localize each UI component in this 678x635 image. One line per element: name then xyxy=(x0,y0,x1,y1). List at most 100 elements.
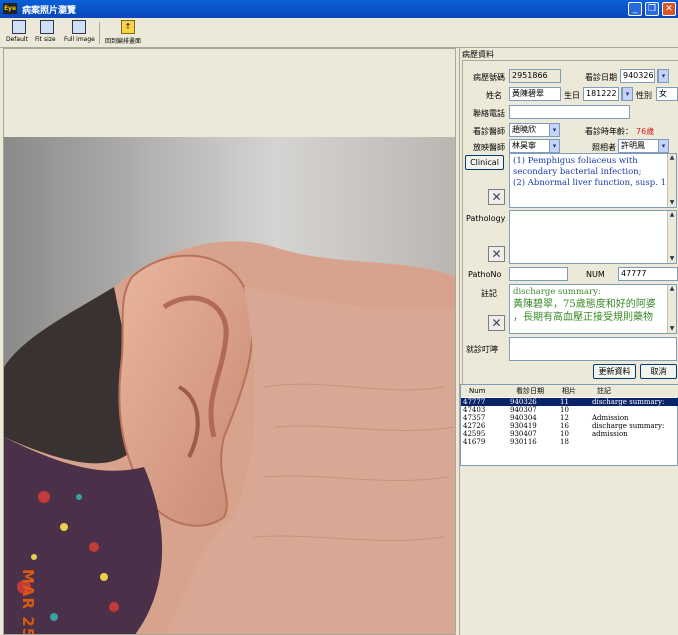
photographer-select[interactable]: 許明鳳 ▾ xyxy=(618,139,669,153)
chart-no-label: 病歷號碼 xyxy=(473,73,505,82)
photo-date-stamp: MAR 25 xyxy=(19,569,37,635)
cell-photos: 12 xyxy=(560,414,569,422)
visit-date-label: 看診日期 xyxy=(585,73,617,82)
photo-viewer[interactable]: MAR 25 xyxy=(3,48,456,635)
scroll-down-icon[interactable]: ▼ xyxy=(668,199,676,207)
table-row[interactable]: 47777 940326 11 discharge summary: xyxy=(461,398,678,406)
header-num[interactable]: Num xyxy=(469,385,486,397)
note-text-1: discharge summary: xyxy=(513,287,601,297)
cell-visit-date: 930419 xyxy=(510,422,537,430)
radiologist-select[interactable]: 林昊寧 ▾ xyxy=(509,139,560,153)
table-row[interactable]: 47357 940304 12 Admission xyxy=(461,414,678,422)
close-icon[interactable]: ✕ xyxy=(662,2,676,16)
fit-size-icon xyxy=(40,20,54,34)
name-field[interactable]: 黃陳碧翠 xyxy=(509,87,561,101)
radiologist-value: 林昊寧 xyxy=(512,141,536,150)
note-clear-icon[interactable]: ✕ xyxy=(488,315,505,331)
window-title: 病案照片瀏覽 xyxy=(22,6,77,16)
table-header: Num 看診日期 相片 註記 xyxy=(461,385,678,397)
header-note[interactable]: 註記 xyxy=(597,385,611,397)
pathology-scrollbar[interactable]: ▲ ▼ xyxy=(667,211,676,263)
cell-num: 42595 xyxy=(463,430,486,438)
patient-photo xyxy=(4,137,455,634)
default-view-icon xyxy=(12,20,26,34)
note-scrollbar[interactable]: ▲ ▼ xyxy=(667,285,676,333)
scroll-down-icon[interactable]: ▼ xyxy=(668,325,676,333)
photographer-label: 照相者 xyxy=(592,143,616,152)
header-photos[interactable]: 相片 xyxy=(562,385,576,397)
cell-num: 47777 xyxy=(463,398,486,406)
advice-textarea[interactable] xyxy=(509,337,677,361)
scroll-up-icon[interactable]: ▲ xyxy=(668,154,676,162)
cell-num: 47403 xyxy=(463,406,486,414)
visit-date-field[interactable]: 940326 xyxy=(620,69,655,83)
cell-note: discharge summary: xyxy=(592,398,665,406)
pathology-label: Pathology xyxy=(466,214,506,223)
cell-photos: 16 xyxy=(560,422,569,430)
header-visit-date[interactable]: 看診日期 xyxy=(516,385,544,397)
scroll-down-icon[interactable]: ▼ xyxy=(668,255,676,263)
note-label: 註記 xyxy=(481,289,497,298)
note-textarea[interactable]: discharge summary: 黃陳碧翠，75歲態度和好的阿婆 ，長期有高… xyxy=(509,284,677,334)
toolbar-separator xyxy=(99,22,100,44)
cell-visit-date: 930407 xyxy=(510,430,537,438)
cell-num: 47357 xyxy=(463,414,486,422)
default-button[interactable]: Default xyxy=(6,20,32,46)
back-arrow-icon: ↑ xyxy=(121,20,135,34)
birth-field[interactable]: 181222 xyxy=(583,87,619,101)
fit-size-button[interactable]: Fit size xyxy=(35,20,59,46)
radiologist-label: 放映醫師 xyxy=(473,143,505,152)
cell-visit-date: 940326 xyxy=(510,398,537,406)
cell-visit-date: 940307 xyxy=(510,406,537,414)
cell-photos: 10 xyxy=(560,430,569,438)
cancel-button[interactable]: 取消 xyxy=(640,364,677,379)
pathology-text xyxy=(510,211,676,215)
cell-note: Admission xyxy=(592,414,629,422)
clinical-scrollbar[interactable]: ▲ ▼ xyxy=(667,154,676,207)
full-image-label: Full image xyxy=(64,36,95,43)
chevron-down-icon: ▾ xyxy=(549,124,559,136)
table-row[interactable]: 47403 940307 10 xyxy=(461,406,678,414)
table-row[interactable]: 42726 930419 16 discharge summary: xyxy=(461,422,678,430)
scroll-up-icon[interactable]: ▲ xyxy=(668,285,676,293)
doctor-label: 看診醫師 xyxy=(473,127,505,136)
cell-visit-date: 940304 xyxy=(510,414,537,422)
cell-photos: 10 xyxy=(560,406,569,414)
advice-text xyxy=(510,338,676,342)
pathono-field[interactable] xyxy=(509,267,568,281)
note-text-2: 黃陳碧翠，75歲態度和好的阿婆 ，長期有高血壓正接受規則藥物 xyxy=(513,299,656,323)
sex-field[interactable]: 女 xyxy=(656,87,678,101)
doctor-value: 趙曉欣 xyxy=(512,125,536,134)
table-row[interactable]: 42595 930407 10 admission xyxy=(461,430,678,438)
toolbar: Default Fit size Full image ↑ 回到編排畫面 xyxy=(0,18,678,48)
minimize-icon[interactable]: _ xyxy=(628,2,642,16)
record-panel: 病歷資料 病歷號碼 2951866 看診日期 940326 ▾ 姓名 黃陳碧翠 … xyxy=(459,48,678,635)
chevron-down-icon: ▾ xyxy=(658,70,668,82)
sex-label: 性別 xyxy=(636,91,652,100)
back-to-layout-button[interactable]: ↑ 回到編排畫面 xyxy=(105,20,151,46)
chevron-down-icon: ▾ xyxy=(622,88,632,100)
visit-date-dropdown[interactable]: ▾ xyxy=(657,69,669,83)
birth-dropdown[interactable]: ▾ xyxy=(621,87,633,101)
pathono-label: PathoNo xyxy=(468,270,502,279)
cell-num: 42726 xyxy=(463,422,486,430)
scroll-up-icon[interactable]: ▲ xyxy=(668,211,676,219)
cell-note: discharge summary: xyxy=(592,422,665,430)
age-value: 76歲 xyxy=(636,127,655,136)
update-button[interactable]: 更新資料 xyxy=(593,364,636,379)
num-field[interactable]: 47777 xyxy=(618,267,678,281)
clinical-clear-icon[interactable]: ✕ xyxy=(488,189,505,205)
name-label: 姓名 xyxy=(486,91,502,100)
restore-icon[interactable]: ❐ xyxy=(645,2,659,16)
phone-field[interactable] xyxy=(509,105,630,119)
pathology-clear-icon[interactable]: ✕ xyxy=(488,246,505,262)
cell-photos: 11 xyxy=(560,398,569,406)
clinical-textarea[interactable]: (1) Pemphigus foliaceus with secondary b… xyxy=(509,153,677,208)
doctor-select[interactable]: 趙曉欣 ▾ xyxy=(509,123,560,137)
full-image-button[interactable]: Full image xyxy=(64,20,95,46)
cell-photos: 18 xyxy=(560,438,569,446)
table-row[interactable]: 41679 930116 18 xyxy=(461,438,678,446)
clinical-button[interactable]: Clinical xyxy=(465,155,504,170)
birth-label: 生日 xyxy=(564,91,580,100)
pathology-textarea[interactable]: ▲ ▼ xyxy=(509,210,677,264)
